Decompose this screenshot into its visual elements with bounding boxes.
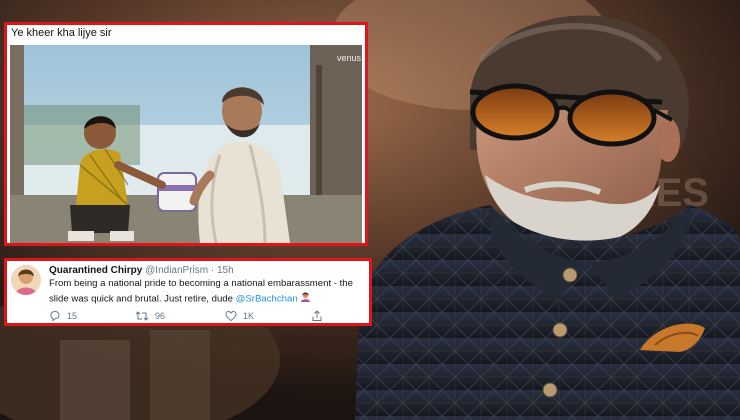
avatar[interactable] (11, 265, 41, 295)
tweet-handle[interactable]: @IndianPrism (145, 265, 208, 276)
reply-icon (50, 310, 60, 322)
like-count: 1K (243, 311, 255, 321)
retweet-button[interactable]: 96 (135, 310, 165, 322)
tweet-separator: · (210, 265, 215, 276)
channel-watermark: venus (336, 53, 361, 63)
meme-caption: Ye kheer kha lijye sir (11, 27, 112, 39)
retweet-icon (135, 311, 149, 321)
retweet-count: 96 (155, 311, 166, 321)
tweet-text: From being a national pride to becoming … (49, 278, 367, 306)
share-button[interactable] (311, 310, 323, 322)
tweet-mention[interactable]: @SrBachchan (236, 293, 298, 304)
reply-count: 15 (67, 311, 78, 321)
share-icon (312, 310, 322, 321)
like-button[interactable]: 1K (225, 310, 254, 322)
woman-facepalming-emoji (300, 291, 311, 307)
heart-icon (225, 310, 237, 322)
tweet-actions: 15 96 1K (49, 310, 349, 323)
tweet-card: Quarantined Chirpy @IndianPrism · 15h Fr… (4, 258, 372, 326)
meme-image-card: Ye kheer kha lijye sir venus (4, 22, 368, 246)
reply-button[interactable]: 15 (49, 310, 77, 322)
tweet-display-name[interactable]: Quarantined Chirpy (49, 265, 142, 276)
movie-still (10, 45, 362, 243)
tweet-header: Quarantined Chirpy @IndianPrism · 15h (49, 265, 234, 276)
tweet-time[interactable]: 15h (217, 265, 234, 276)
meme-collage: PRES Ye kheer kha lijye sir (0, 0, 740, 420)
